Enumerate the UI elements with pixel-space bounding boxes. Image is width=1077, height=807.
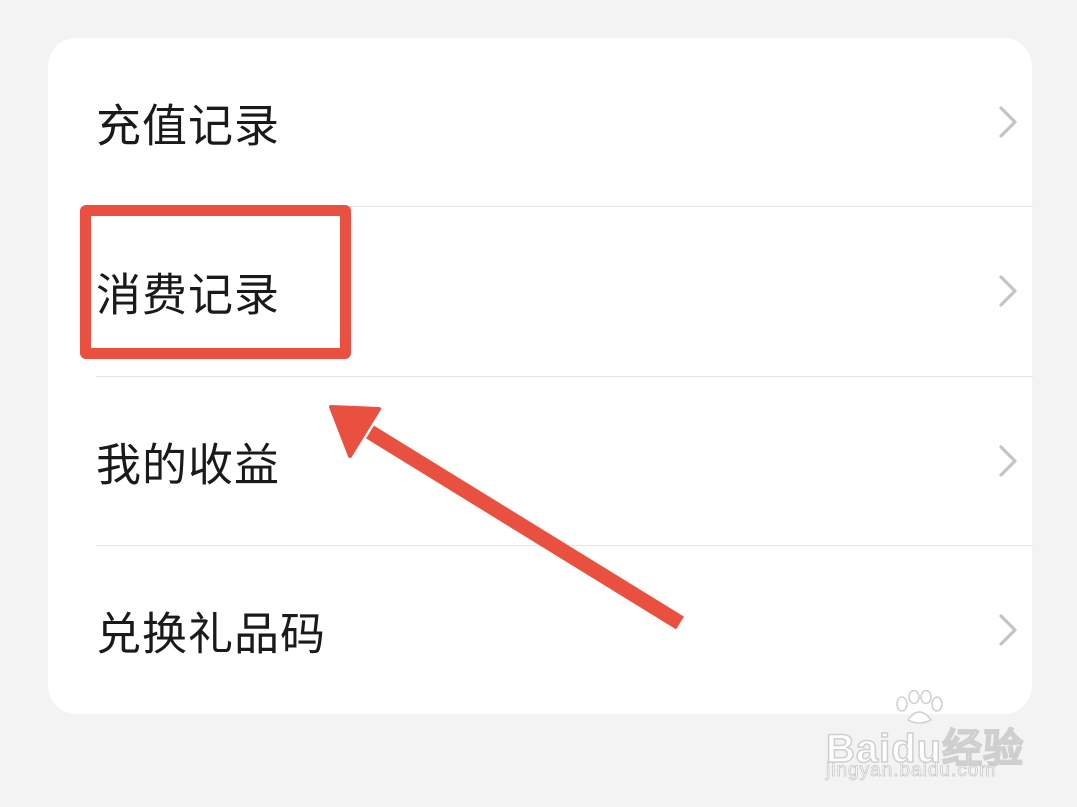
menu-item-label: 充值记录 [96,99,281,153]
chevron-right-icon [999,275,1017,307]
menu-item-my-earnings[interactable]: 我的收益 [96,377,1033,545]
menu-item-label: 兑换礼品码 [96,607,327,661]
watermark-brand: Baidu经验 [825,726,1025,772]
chevron-right-icon [999,614,1017,646]
watermark-url: jingyan.baidu.com [826,760,997,782]
menu-item-label: 消费记录 [96,268,281,322]
chevron-right-icon [999,106,1017,138]
menu-item-recharge-records[interactable]: 充值记录 [96,38,1033,206]
chevron-right-icon [999,445,1017,477]
menu-card: 充值记录 消费记录 我的收益 兑换礼品码 [48,38,1033,714]
menu-item-consumption-records[interactable]: 消费记录 [96,207,1033,375]
menu-item-label: 我的收益 [96,438,281,492]
menu-item-redeem-gift-code[interactable]: 兑换礼品码 [96,546,1033,714]
